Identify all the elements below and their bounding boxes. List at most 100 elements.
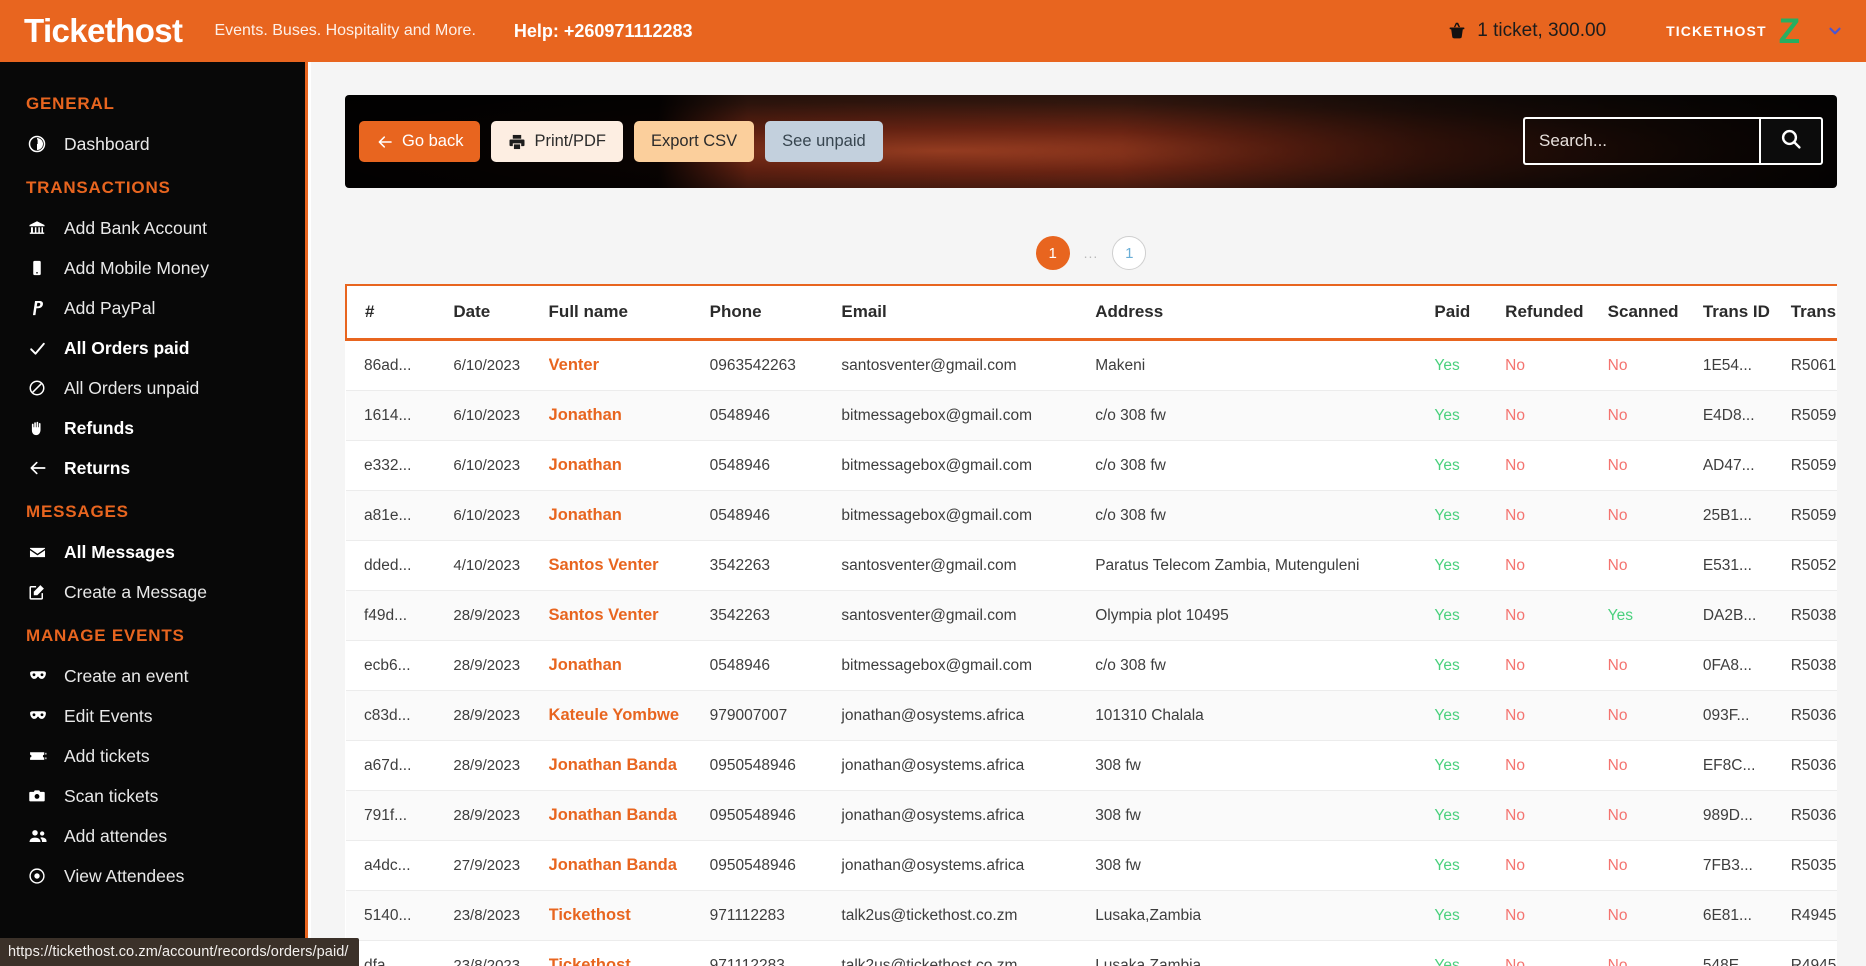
browser-status-bar: https://tickethost.co.zm/account/records… xyxy=(0,938,359,966)
email-cell: talk2us@tickethost.co.zm xyxy=(841,890,1096,941)
brand-logo[interactable]: Tickethost xyxy=(24,12,183,50)
column-header-index[interactable]: # xyxy=(345,284,454,341)
go-back-label: Go back xyxy=(402,132,464,150)
paid-cell: Yes xyxy=(1434,740,1506,791)
table-row[interactable]: ecb6... 28/9/2023 Jonathan 0548946 bitmessag… xyxy=(346,640,1837,691)
column-header-address[interactable]: Address xyxy=(1095,284,1435,341)
sidebar-item-add-attendes[interactable]: Add attendes xyxy=(0,816,305,856)
sidebar-item-add-mobile-money[interactable]: Add Mobile Money xyxy=(0,248,305,288)
table-row[interactable]: a67d... 28/9/2023 Jonathan Banda 0950548946… xyxy=(346,740,1837,791)
table-row[interactable]: 1614... 6/10/2023 Jonathan 0548946 bitmessag… xyxy=(346,390,1837,441)
sidebar-item-label: All Orders paid xyxy=(64,337,190,358)
column-header-transid[interactable]: Trans ID xyxy=(1702,284,1791,341)
transref-cell: R5036899 xyxy=(1790,690,1837,741)
search-submit-button[interactable] xyxy=(1759,117,1823,165)
transref-cell: R5059367 xyxy=(1790,490,1837,541)
paid-cell: Yes xyxy=(1434,390,1506,441)
account-name: TICKETHOST xyxy=(1666,23,1767,39)
address-cell: c/o 308 fw xyxy=(1095,490,1435,541)
sidebar-item-add-bank-account[interactable]: Add Bank Account xyxy=(0,208,305,248)
transid-cell: E4D8... xyxy=(1702,390,1791,441)
scanned-cell: No xyxy=(1607,440,1703,491)
transref-cell: R5036566 xyxy=(1790,740,1837,791)
refunded-cell: No xyxy=(1505,940,1608,966)
table-row[interactable]: 5140... 23/8/2023 Tickethost 971112283 talk2… xyxy=(346,890,1837,941)
column-header-refunded[interactable]: Refunded xyxy=(1505,284,1608,341)
sidebar-item-label: Dashboard xyxy=(64,133,150,154)
sidebar-item-label: Add tickets xyxy=(64,745,150,766)
scanned-cell: Yes xyxy=(1607,590,1703,641)
transid-cell: 0FA8... xyxy=(1702,640,1791,691)
chevron-down-icon[interactable] xyxy=(1826,22,1844,40)
sidebar-item-add-paypal[interactable]: Add PayPal xyxy=(0,288,305,328)
address-cell: c/o 308 fw xyxy=(1095,640,1435,691)
sidebar-item-all-orders-paid[interactable]: All Orders paid xyxy=(0,328,305,368)
printer-icon xyxy=(508,133,526,151)
fullname-cell: Venter xyxy=(548,339,710,391)
email-cell: santosventer@gmail.com xyxy=(841,590,1096,641)
see-unpaid-button[interactable]: See unpaid xyxy=(765,121,883,162)
print-pdf-button[interactable]: Print/PDF xyxy=(491,121,623,162)
address-cell: Lusaka,Zambia xyxy=(1095,940,1435,966)
table-row[interactable]: 86ad... 6/10/2023 Venter 0963542263 santosve… xyxy=(346,339,1837,391)
go-back-button[interactable]: Go back xyxy=(359,121,481,162)
column-header-transref[interactable]: Trans Ref xyxy=(1790,284,1837,341)
table-row[interactable]: a4dc... 27/9/2023 Jonathan Banda 0950548946… xyxy=(346,840,1837,891)
table-row[interactable]: dded... 4/10/2023 Santos Venter 3542263 sant… xyxy=(346,540,1837,591)
export-csv-label: Export CSV xyxy=(650,132,738,150)
column-header-phone[interactable]: Phone xyxy=(709,284,842,341)
paid-cell: Yes xyxy=(1434,640,1506,691)
table-row[interactable]: e332... 6/10/2023 Jonathan 0548946 bitmessag… xyxy=(346,440,1837,491)
table-row[interactable]: dfa... 23/8/2023 Tickethost 971112283 talk2u… xyxy=(346,940,1837,966)
refunded-cell: No xyxy=(1505,490,1608,541)
transid-cell: 548E... xyxy=(1702,940,1791,966)
sidebar-item-refunds[interactable]: Refunds xyxy=(0,408,305,448)
account-menu[interactable]: TICKETHOST Z xyxy=(1666,14,1844,49)
sidebar-item-returns[interactable]: Returns xyxy=(0,448,305,488)
table-header: # Date Full name Phone Email Address Pai… xyxy=(345,284,1837,341)
pagination-last-page[interactable]: 1 xyxy=(1112,236,1147,270)
arrow-left-icon xyxy=(28,458,54,478)
address-cell: Olympia plot 10495 xyxy=(1095,590,1435,641)
sidebar-item-view-attendees[interactable]: View Attendees xyxy=(0,856,305,896)
table-row[interactable]: c83d... 28/9/2023 Kateule Yombwe 979007007 j… xyxy=(346,690,1837,741)
sidebar-item-create-a-message[interactable]: Create a Message xyxy=(0,572,305,612)
fullname-cell: Santos Venter xyxy=(548,590,710,641)
transid-cell: 989D... xyxy=(1702,790,1791,841)
scanned-cell: No xyxy=(1607,640,1703,691)
table-row[interactable]: a81e... 6/10/2023 Jonathan 0548946 bitmessag… xyxy=(346,490,1837,541)
order-id-cell: 791f... xyxy=(346,790,454,841)
scanned-cell: No xyxy=(1607,540,1703,591)
scanned-cell: No xyxy=(1607,490,1703,541)
sidebar-item-all-orders-unpaid[interactable]: All Orders unpaid xyxy=(0,368,305,408)
fullname-cell: Tickethost xyxy=(548,940,710,966)
phone-cell: 0548946 xyxy=(709,440,842,491)
table-row[interactable]: 791f... 28/9/2023 Jonathan Banda 0950548946… xyxy=(346,790,1837,841)
order-id-cell: a4dc... xyxy=(346,840,454,891)
search-input[interactable] xyxy=(1523,117,1759,165)
column-header-date[interactable]: Date xyxy=(453,284,549,341)
sidebar-item-create-an-event[interactable]: Create an event xyxy=(0,656,305,696)
users-icon xyxy=(28,826,54,846)
sidebar-item-add-tickets[interactable]: Add tickets xyxy=(0,736,305,776)
table-row[interactable]: f49d... 28/9/2023 Santos Venter 3542263 sant… xyxy=(346,590,1837,641)
column-header-fullname[interactable]: Full name xyxy=(548,284,710,341)
column-header-email[interactable]: Email xyxy=(841,284,1096,341)
ticket-icon xyxy=(28,746,54,766)
sidebar-item-all-messages[interactable]: All Messages xyxy=(0,532,305,572)
email-cell: bitmessagebox@gmail.com xyxy=(841,440,1096,491)
export-csv-button[interactable]: Export CSV xyxy=(633,121,755,162)
cart-summary[interactable]: 1 ticket, 300.00 xyxy=(1446,20,1606,42)
mask-icon xyxy=(28,666,54,686)
phone-cell: 0950548946 xyxy=(709,790,842,841)
refunded-cell: No xyxy=(1505,339,1608,391)
column-header-paid[interactable]: Paid xyxy=(1434,284,1506,341)
column-header-scanned[interactable]: Scanned xyxy=(1607,284,1703,341)
sidebar-item-scan-tickets[interactable]: Scan tickets xyxy=(0,776,305,816)
scanned-cell: No xyxy=(1607,940,1703,966)
fullname-cell: Jonathan xyxy=(548,440,710,491)
transref-cell: R4945567 xyxy=(1790,940,1837,966)
sidebar-item-dashboard[interactable]: Dashboard xyxy=(0,124,305,164)
sidebar-item-edit-events[interactable]: Edit Events xyxy=(0,696,305,736)
pagination-current-page[interactable]: 1 xyxy=(1035,236,1070,270)
